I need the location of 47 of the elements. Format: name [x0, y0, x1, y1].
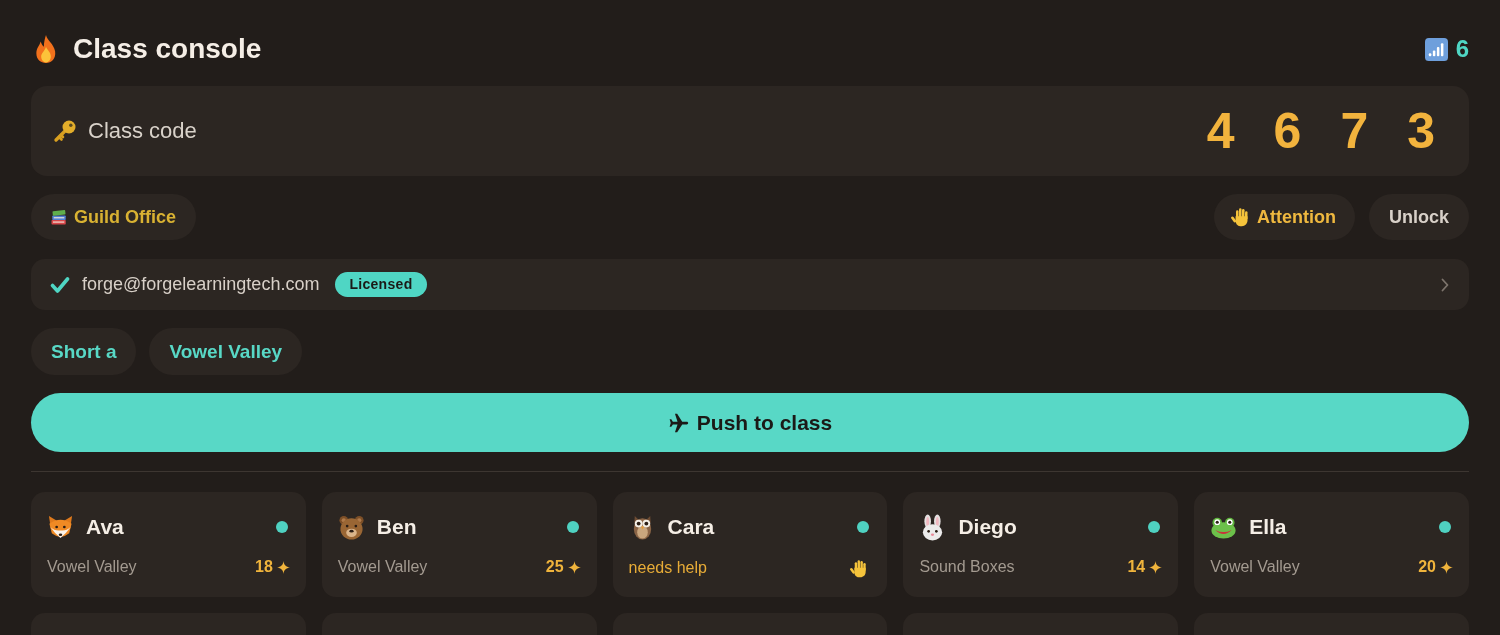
connected-count: 6	[1455, 35, 1469, 63]
attention-button[interactable]: Attention	[1214, 194, 1355, 240]
student-name: Ava	[86, 515, 124, 539]
student-lesson: Vowel Valley	[1210, 558, 1300, 576]
license-badge: Licensed	[335, 272, 427, 297]
chevron-right-icon	[1441, 277, 1449, 292]
points-count: 14	[1127, 558, 1146, 576]
room-button[interactable]: Guild Office	[31, 194, 196, 240]
student-name: Ben	[376, 515, 417, 539]
unlock-button[interactable]: Unlock	[1369, 194, 1469, 240]
push-to-class-button[interactable]: Push to class	[31, 393, 1469, 452]
student-name: Cara	[667, 514, 715, 539]
fox-face-icon	[47, 513, 74, 541]
student-card[interactable]: Cara needs help	[612, 492, 888, 597]
app-title: Class console	[73, 32, 262, 66]
points-count: 18	[255, 558, 273, 576]
bear-face-icon	[337, 513, 365, 541]
code-digit: 6	[1273, 103, 1302, 159]
student-lesson: Vowel Valley	[337, 558, 428, 576]
help-status: needs help	[628, 559, 707, 577]
student-card[interactable]: Diego Sound Boxes 14	[903, 492, 1179, 597]
class-code-label: Class code	[88, 118, 197, 144]
points-count: 20	[1418, 558, 1436, 576]
sparkle-icon	[1440, 560, 1453, 574]
code-digit: 7	[1340, 103, 1369, 159]
signal-bars-icon	[1424, 37, 1448, 61]
student-lesson: Vowel Valley	[47, 558, 137, 576]
account-email: forge@forgelearningtech.com	[82, 274, 320, 295]
student-card[interactable]: Ben Vowel Valley 25	[321, 492, 597, 597]
raised-hand-icon	[1231, 207, 1251, 227]
account-row[interactable]: forge@forgelearningtech.com Licensed	[31, 259, 1469, 310]
airplane-icon	[667, 411, 690, 434]
lesson-chip[interactable]: Vowel Valley	[149, 328, 303, 375]
student-card[interactable]: Ella Vowel Valley 20	[1194, 492, 1469, 597]
student-name: Ella	[1249, 515, 1287, 539]
points-count: 25	[545, 558, 564, 576]
lesson-chip[interactable]: Short a	[31, 328, 137, 375]
student-lesson: Sound Boxes	[919, 558, 1015, 576]
key-icon	[53, 119, 77, 143]
books-icon	[50, 208, 68, 226]
sparkle-icon	[567, 560, 581, 574]
sparkle-icon	[276, 560, 290, 574]
code-digit: 4	[1206, 103, 1235, 159]
student-card[interactable]: Ava Vowel Valley 18	[31, 492, 306, 597]
sparkle-icon	[1149, 560, 1163, 574]
code-digit: 3	[1407, 103, 1435, 159]
student-name: Diego	[958, 515, 1017, 539]
